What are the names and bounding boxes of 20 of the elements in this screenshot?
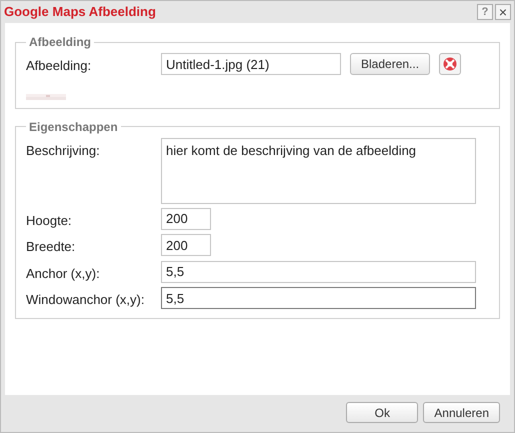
field-label: Afbeelding: [26,57,92,75]
field-label: Hoogte: [26,212,73,230]
remove-button[interactable] [439,53,462,75]
browse-button[interactable]: Bladeren... [350,53,430,75]
group-legend: Afbeelding [26,33,94,51]
file-field[interactable]: Untitled-1.jpg (21) [161,53,341,75]
dialog-button[interactable]: Ok [346,402,418,423]
window-title: Google Maps Afbeelding [4,3,156,22]
dialog-button[interactable]: Annuleren [423,402,500,423]
field-label: Windowanchor (x,y): [26,291,146,309]
group-legend: Eigenschappen [26,118,121,136]
field-label: Breedte: [26,238,76,256]
number-field[interactable]: 200 [161,234,211,256]
field-label: Anchor (x,y): [26,264,101,283]
text-field[interactable]: 5,5 [161,287,476,309]
text-field[interactable]: 5,5 [161,260,476,282]
number-field[interactable]: 200 [161,208,211,230]
description-field[interactable]: hier komt de beschrijving van de afbeelding [161,138,476,204]
close-button[interactable]: × [495,4,511,20]
field-label: Beschrijving: [26,142,101,160]
